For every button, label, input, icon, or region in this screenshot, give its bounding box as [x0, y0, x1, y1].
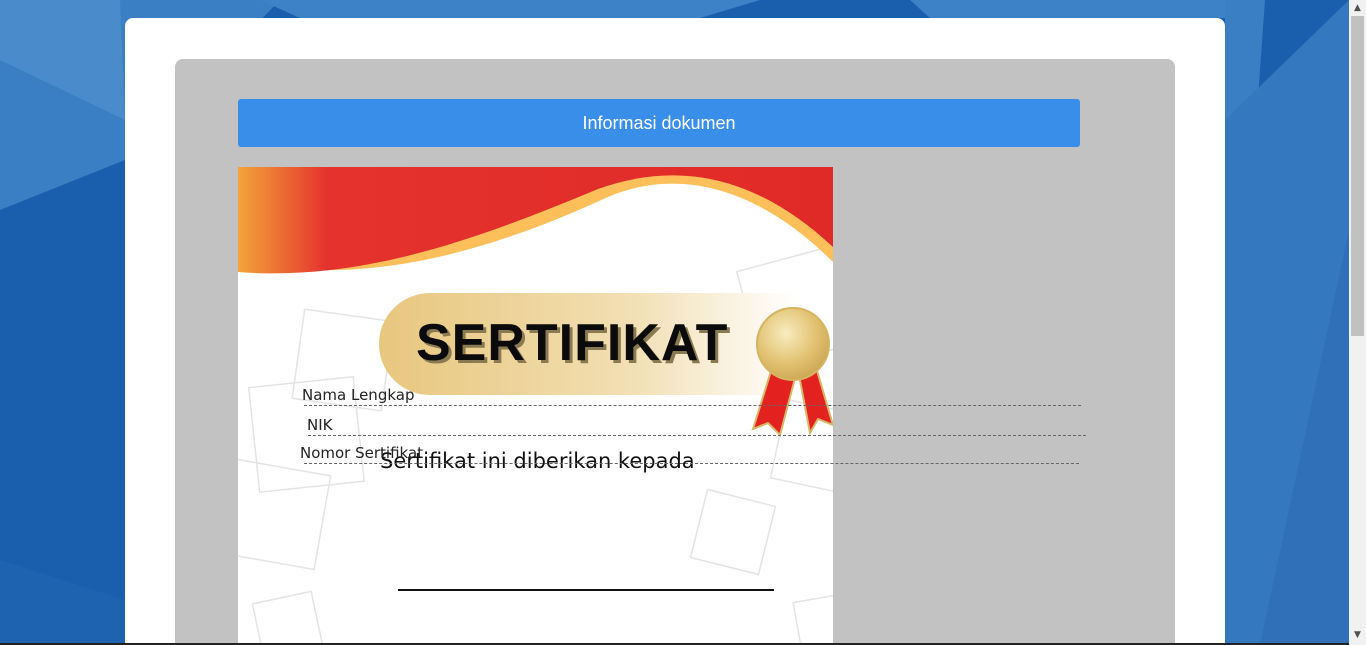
signature-line [398, 589, 774, 591]
certificate-subtitle: Sertifikat ini diberikan kepada [380, 449, 695, 473]
full-name-label: Nama Lengkap [302, 386, 415, 404]
document-viewer: Informasi dokumen SERTIFIKAT Sertifikat … [175, 59, 1175, 645]
certificate-number-label: Nomor Sertifikat [300, 444, 424, 462]
certificate-decoration [238, 167, 833, 645]
scroll-up-arrow-icon[interactable]: ▲ [1349, 0, 1366, 16]
full-name-field-line[interactable] [304, 405, 1081, 406]
nik-field-line[interactable] [308, 435, 1086, 436]
document-info-button[interactable]: Informasi dokumen [238, 99, 1080, 147]
certificate-preview: SERTIFIKAT Sertifikat ini diberikan kepa… [238, 167, 833, 645]
nik-label: NIK [307, 416, 333, 434]
certificate-number-field-line[interactable] [304, 463, 1079, 464]
scroll-thumb[interactable] [1351, 16, 1364, 336]
certificate-title: SERTIFIKAT [416, 314, 729, 372]
page-scrollbar[interactable]: ▲ ▼ [1349, 0, 1366, 645]
scroll-down-arrow-icon[interactable]: ▼ [1349, 627, 1366, 643]
content-card: Informasi dokumen SERTIFIKAT Sertifikat … [125, 18, 1225, 645]
